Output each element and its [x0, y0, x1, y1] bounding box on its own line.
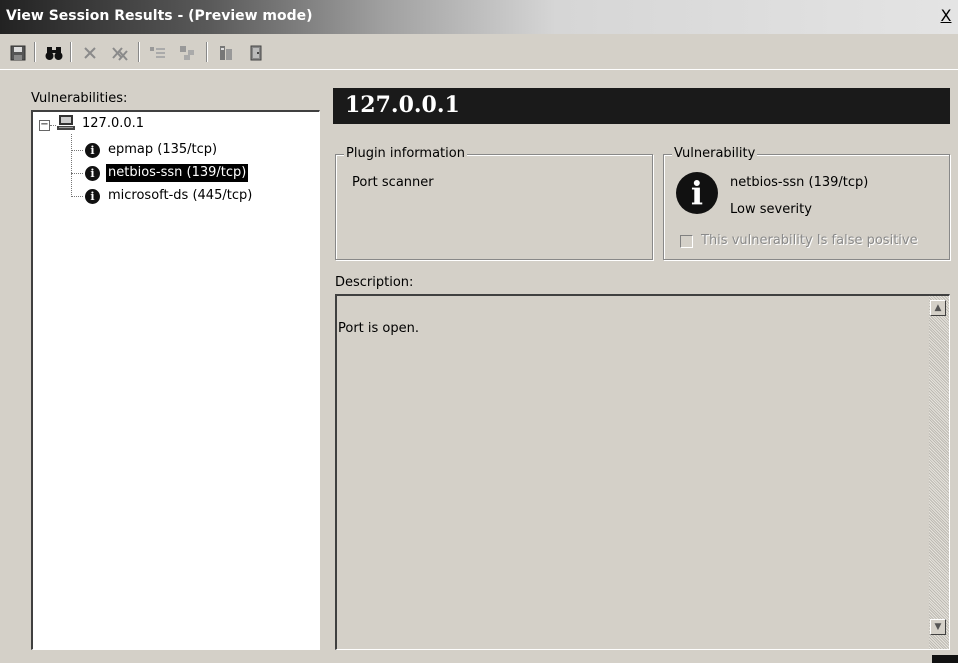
- toolbar: [0, 34, 958, 70]
- window-title: View Session Results - (Preview mode): [6, 8, 313, 24]
- expand-button[interactable]: [176, 42, 200, 64]
- info-icon: i: [85, 166, 100, 181]
- description-text: Port is open.: [338, 321, 419, 336]
- expand-icon: [180, 46, 194, 60]
- delete-all-icon: [112, 47, 128, 61]
- computer-icon: [57, 115, 75, 130]
- false-positive-label: This vulnerability Is false positive: [701, 233, 918, 248]
- root-expander[interactable]: −: [39, 120, 50, 131]
- host-header: 127.0.0.1: [333, 88, 950, 124]
- scroll-down-button[interactable]: ▼: [930, 619, 946, 635]
- vulnerabilities-tree[interactable]: − 127.0.0.1 i epmap (135/tcp) i netbios-…: [31, 110, 320, 650]
- corner-mark: [932, 655, 958, 663]
- scroll-up-button[interactable]: ▲: [930, 300, 946, 316]
- delete-button[interactable]: [78, 42, 102, 64]
- info-icon: i: [676, 172, 718, 214]
- host-header-title: 127.0.0.1: [345, 92, 460, 118]
- description-textarea[interactable]: Port is open. ▲ ▼: [335, 294, 950, 650]
- report-button[interactable]: [214, 42, 238, 64]
- info-icon: i: [85, 189, 100, 204]
- false-positive-checkbox[interactable]: [680, 235, 693, 248]
- vulnerabilities-label: Vulnerabilities:: [31, 91, 128, 106]
- find-button[interactable]: [42, 42, 66, 64]
- save-icon: [10, 45, 26, 61]
- tree-item-epmap[interactable]: epmap (135/tcp): [106, 141, 219, 159]
- tree-item-microsoft-ds[interactable]: microsoft-ds (445/tcp): [106, 187, 254, 205]
- vulnerability-name: netbios-ssn (139/tcp): [730, 175, 869, 190]
- plugin-info-group: Plugin information Port scanner: [335, 146, 653, 260]
- report-icon: [220, 46, 232, 60]
- delete-icon: [84, 47, 96, 59]
- vulnerability-title: Vulnerability: [672, 146, 758, 161]
- collapse-icon: [150, 47, 165, 58]
- exit-button[interactable]: [244, 42, 268, 64]
- save-button[interactable]: [6, 42, 30, 64]
- title-bar: View Session Results - (Preview mode) X: [0, 0, 958, 34]
- exit-icon: [250, 45, 262, 61]
- plugin-info-title: Plugin information: [344, 146, 467, 161]
- tree-root-label[interactable]: 127.0.0.1: [80, 115, 146, 133]
- vulnerability-severity: Low severity: [730, 202, 812, 217]
- collapse-button[interactable]: [146, 42, 170, 64]
- description-label: Description:: [335, 275, 414, 290]
- plugin-info-value: Port scanner: [352, 175, 434, 190]
- close-button[interactable]: X: [938, 8, 954, 24]
- info-icon: i: [85, 143, 100, 158]
- description-scrollbar[interactable]: ▲ ▼: [929, 296, 949, 649]
- delete-all-button[interactable]: [108, 42, 132, 64]
- find-binoculars-icon: [45, 47, 63, 60]
- tree-item-netbios-ssn[interactable]: netbios-ssn (139/tcp): [106, 164, 249, 182]
